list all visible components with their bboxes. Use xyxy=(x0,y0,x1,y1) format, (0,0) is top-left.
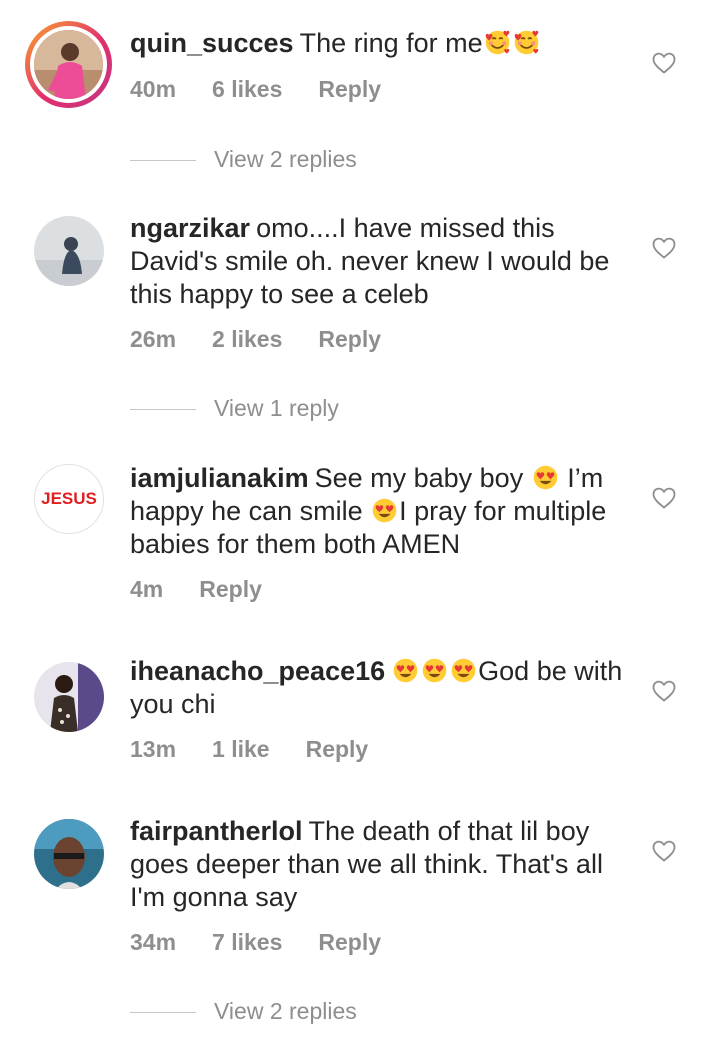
comment-body: quin_succes The ring for me xyxy=(130,27,630,60)
view-replies-label: View 1 reply xyxy=(214,395,339,421)
comment-body: fairpantherlol The death of that lil boy … xyxy=(130,815,630,914)
avatar[interactable] xyxy=(34,819,104,889)
comment-time: 40m xyxy=(130,76,177,102)
avatar[interactable] xyxy=(34,216,104,286)
comment-text: See my baby boy xyxy=(314,463,524,493)
replies-divider xyxy=(130,1012,196,1014)
reply-button[interactable]: Reply xyxy=(318,326,381,352)
comment-body: ngarzikar omo....I have missed this David… xyxy=(130,212,630,311)
comment-body: iheanacho_peace16 God be with you chi xyxy=(130,655,630,721)
smiling-face-with-heart-eyes-icon xyxy=(392,657,419,684)
comment-username[interactable]: iheanacho_peace16 xyxy=(130,656,385,686)
replies-divider xyxy=(130,409,196,411)
smiling-face-with-hearts-icon xyxy=(513,29,540,56)
avatar-text: JESUS xyxy=(41,489,97,508)
heart-outline-icon[interactable] xyxy=(652,52,676,74)
avatar[interactable]: JESUS xyxy=(34,464,104,534)
replies-divider xyxy=(130,160,196,162)
smiling-face-with-heart-eyes-icon xyxy=(450,657,477,684)
smiling-face-with-heart-eyes-icon xyxy=(371,497,398,524)
comment-text: The ring for me xyxy=(299,28,483,58)
reply-button[interactable]: Reply xyxy=(318,929,381,955)
comment-username[interactable]: ngarzikar xyxy=(130,213,250,243)
comment-likes[interactable]: 1 like xyxy=(212,736,270,762)
avatar[interactable] xyxy=(25,21,112,108)
view-replies-label: View 2 replies xyxy=(214,998,357,1024)
comment-meta: 13m 1 like Reply xyxy=(130,736,404,763)
smiling-face-with-heart-eyes-icon xyxy=(421,657,448,684)
comment-likes[interactable]: 2 likes xyxy=(212,326,282,352)
view-replies-link[interactable]: View 2 replies xyxy=(130,146,357,173)
comment-meta: 4m Reply xyxy=(130,576,298,603)
comment-time: 26m xyxy=(130,326,177,352)
comment-meta: 34m 7 likes Reply xyxy=(130,929,417,956)
heart-outline-icon[interactable] xyxy=(652,487,676,509)
comment-username[interactable]: quin_succes xyxy=(130,28,294,58)
comment-likes[interactable]: 6 likes xyxy=(212,76,282,102)
reply-button[interactable]: Reply xyxy=(318,76,381,102)
reply-button[interactable]: Reply xyxy=(306,736,369,762)
reply-button[interactable]: Reply xyxy=(199,576,262,602)
comment-meta: 26m 2 likes Reply xyxy=(130,326,417,353)
heart-outline-icon[interactable] xyxy=(652,840,676,862)
comment-time: 34m xyxy=(130,929,177,955)
view-replies-label: View 2 replies xyxy=(214,146,357,172)
avatar[interactable] xyxy=(34,662,104,732)
comment-time: 13m xyxy=(130,736,177,762)
comment-time: 4m xyxy=(130,576,164,602)
view-replies-link[interactable]: View 2 replies xyxy=(130,998,357,1025)
comment-body: iamjulianakim See my baby boy I’m happy h… xyxy=(130,462,630,561)
comment-meta: 40m 6 likes Reply xyxy=(130,76,417,103)
comment-username[interactable]: iamjulianakim xyxy=(130,463,309,493)
smiling-face-with-hearts-icon xyxy=(484,29,511,56)
heart-outline-icon[interactable] xyxy=(652,237,676,259)
comment-username[interactable]: fairpantherlol xyxy=(130,816,303,846)
view-replies-link[interactable]: View 1 reply xyxy=(130,395,339,422)
smiling-face-with-heart-eyes-icon xyxy=(532,464,559,491)
comment-likes[interactable]: 7 likes xyxy=(212,929,282,955)
heart-outline-icon[interactable] xyxy=(652,680,676,702)
